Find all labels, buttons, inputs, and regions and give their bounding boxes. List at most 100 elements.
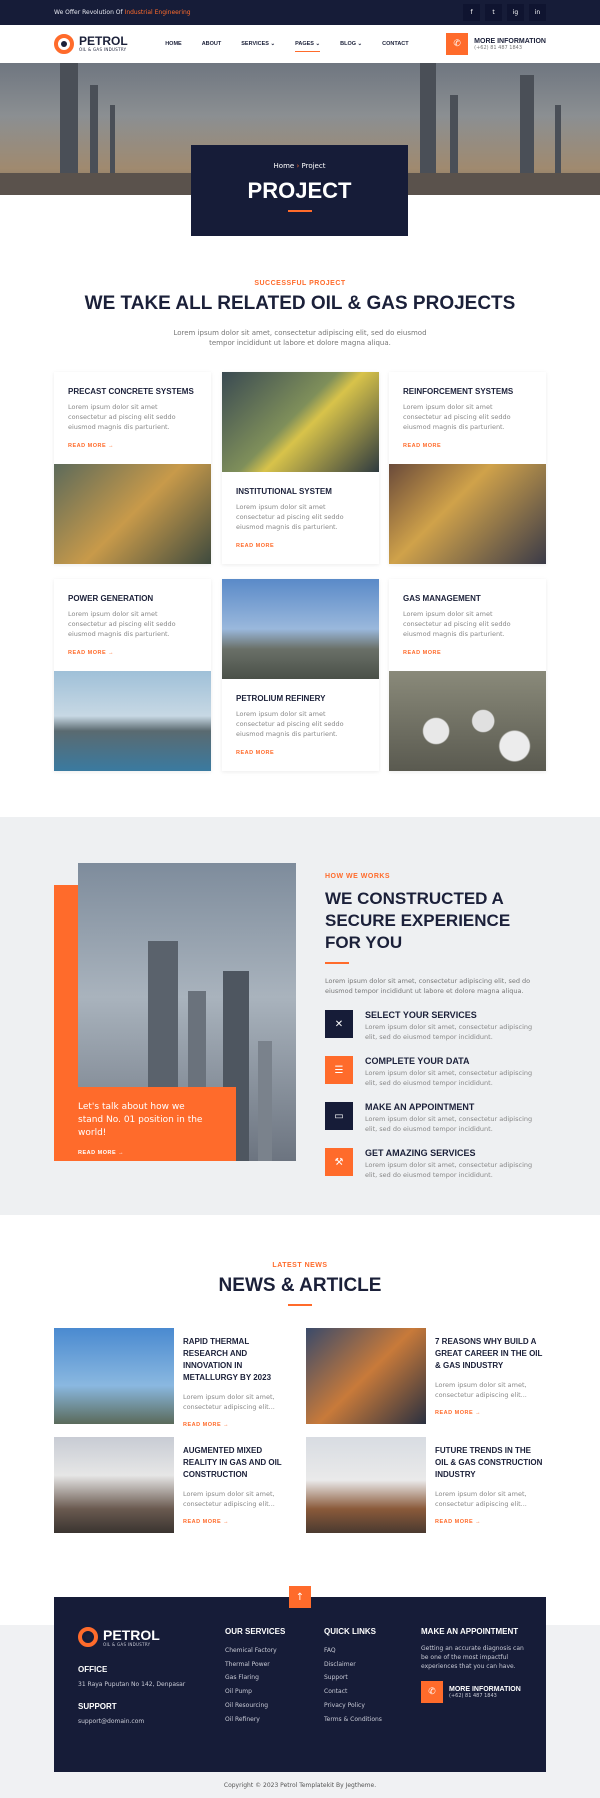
worker-photo — [306, 1328, 426, 1424]
read-more-link[interactable]: READ MORE — [403, 650, 532, 656]
crane-icon: ⚒ — [325, 1148, 353, 1176]
info-title: MORE INFORMATION — [449, 1685, 521, 1693]
power-plant-photo — [54, 671, 211, 771]
news-desc: Lorem ipsum dolor sit amet, consectetur … — [435, 1490, 527, 1508]
news-item[interactable]: 7 REASONS WHY BUILD A GREAT CAREER IN TH… — [306, 1328, 544, 1424]
quick-link[interactable]: Contact — [324, 1685, 382, 1699]
office-address: 31 Raya Puputan No 142, Denpasar — [78, 1681, 186, 1688]
nav-pages[interactable]: PAGES ⌄ — [295, 41, 321, 52]
read-more-link[interactable]: READ MORE — [236, 750, 365, 756]
project-card[interactable]: PETROLIUM REFINERY Lorem ipsum dolor sit … — [222, 579, 379, 771]
step-title: GET AMAZING SERVICES — [365, 1148, 476, 1158]
quick-link[interactable]: FAQ — [324, 1644, 382, 1658]
logo[interactable]: PETROL OIL & GAS INDUSTRY — [54, 34, 128, 54]
breadcrumb-home[interactable]: Home — [274, 162, 295, 170]
read-more-link[interactable]: READ MORE — [403, 443, 532, 449]
links-title: QUICK LINKS — [324, 1627, 376, 1636]
twitter-icon[interactable]: t — [485, 4, 502, 21]
footer: PETROL OIL & GAS INDUSTRY OFFICE 31 Raya … — [54, 1597, 546, 1772]
news-title[interactable]: RAPID THERMAL RESEARCH AND INNOVATION IN… — [183, 1336, 292, 1384]
project-card[interactable]: INSTITUTIONAL SYSTEM Lorem ipsum dolor si… — [222, 372, 379, 564]
instagram-icon[interactable]: ig — [507, 4, 524, 21]
news-desc: Lorem ipsum dolor sit amet, consectetur … — [183, 1490, 275, 1508]
step-desc: Lorem ipsum dolor sit amet, consectetur … — [365, 1115, 533, 1133]
project-card[interactable]: GAS MANAGEMENT Lorem ipsum dolor sit amet… — [389, 579, 546, 771]
support-email[interactable]: support@domain.com — [78, 1715, 185, 1729]
how-we-work-section: Let's talk about how we stand No. 01 pos… — [0, 817, 600, 1215]
read-more-link[interactable]: READ MORE → — [68, 443, 197, 449]
project-card[interactable]: POWER GENERATION Lorem ipsum dolor sit am… — [54, 579, 211, 771]
step-title: COMPLETE YOUR DATA — [365, 1056, 470, 1066]
footer-services: OUR SERVICES Chemical Factory Thermal Po… — [225, 1627, 285, 1726]
quick-link[interactable]: Support — [324, 1671, 382, 1685]
how-title: WE CONSTRUCTED A SECURE EXPERIENCE FOR Y… — [325, 889, 511, 952]
nav-about[interactable]: ABOUT — [202, 41, 222, 47]
gear-logo-icon — [54, 34, 74, 54]
step-item: ▭ MAKE AN APPOINTMENT Lorem ipsum dolor s… — [325, 1102, 545, 1134]
card-title: POWER GENERATION — [68, 594, 154, 603]
nav-services[interactable]: SERVICES ⌄ — [241, 41, 275, 47]
cta-read-more[interactable]: READ MORE → — [78, 1150, 212, 1156]
footer-brand: PETROL OIL & GAS INDUSTRY OFFICE 31 Raya … — [78, 1627, 185, 1729]
header-info[interactable]: ✆ MORE INFORMATION (+62) 81 487 1843 — [446, 33, 546, 55]
news-item[interactable]: RAPID THERMAL RESEARCH AND INNOVATION IN… — [54, 1328, 292, 1428]
quick-link[interactable]: Terms & Conditions — [324, 1713, 382, 1727]
projects-lead: Lorem ipsum dolor sit amet, consectetur … — [173, 329, 427, 347]
service-link[interactable]: Oil Resourcing — [225, 1699, 285, 1713]
calendar-icon: ▭ — [325, 1102, 353, 1130]
read-more-link[interactable]: READ MORE → — [68, 650, 197, 656]
news-title[interactable]: 7 REASONS WHY BUILD A GREAT CAREER IN TH… — [435, 1336, 544, 1372]
news-item[interactable]: FUTURE TRENDS IN THE OIL & GAS CONSTRUCT… — [306, 1437, 544, 1533]
phone-icon: ✆ — [421, 1681, 443, 1703]
office-title: OFFICE — [78, 1665, 108, 1674]
appointment-title: MAKE AN APPOINTMENT — [421, 1627, 519, 1636]
footer-info[interactable]: ✆ MORE INFORMATION (+62) 81 487 1843 — [421, 1681, 526, 1703]
nav-blog[interactable]: BLOG ⌄ — [340, 41, 362, 47]
service-link[interactable]: Chemical Factory — [225, 1644, 285, 1658]
nav-contact[interactable]: CONTACT — [382, 41, 408, 47]
news-item[interactable]: AUGMENTED MIXED REALITY IN GAS AND OIL C… — [54, 1437, 292, 1533]
news-eyebrow: LATEST NEWS — [272, 1262, 328, 1269]
quick-link[interactable]: Privacy Policy — [324, 1699, 382, 1713]
read-more-link[interactable]: READ MORE — [236, 543, 365, 549]
linkedin-icon[interactable]: in — [529, 4, 546, 21]
footer-appointment: MAKE AN APPOINTMENT Getting an accurate … — [421, 1627, 526, 1703]
news-title[interactable]: AUGMENTED MIXED REALITY IN GAS AND OIL C… — [183, 1445, 292, 1481]
card-desc: Lorem ipsum dolor sit amet consectetur a… — [403, 610, 511, 638]
appointment-text: Getting an accurate diagnosis can be one… — [421, 1645, 524, 1670]
project-card[interactable]: PRECAST CONCRETE SYSTEMS Lorem ipsum dolo… — [54, 372, 211, 564]
phone-icon: ✆ — [446, 33, 469, 55]
info-phone: (+62) 81 487 1843 — [474, 44, 523, 51]
service-link[interactable]: Oil Refinery — [225, 1713, 285, 1727]
projects-title: WE TAKE ALL RELATED OIL & GAS PROJECTS — [84, 293, 516, 314]
refinery-tower-photo — [306, 1437, 426, 1533]
project-card[interactable]: REINFORCEMENT SYSTEMS Lorem ipsum dolor s… — [389, 372, 546, 564]
step-item: ⚒ GET AMAZING SERVICES Lorem ipsum dolor … — [325, 1148, 545, 1180]
read-more-link[interactable]: READ MORE → — [435, 1410, 544, 1416]
read-more-link[interactable]: READ MORE → — [183, 1422, 292, 1428]
read-more-link[interactable]: READ MORE → — [435, 1519, 544, 1525]
step-item: ✕ SELECT YOUR SERVICES Lorem ipsum dolor … — [325, 1010, 545, 1042]
page-title-box: Home › Project PROJECT — [191, 145, 408, 236]
service-link[interactable]: Thermal Power — [225, 1658, 285, 1672]
card-title: INSTITUTIONAL SYSTEM — [236, 487, 332, 496]
footer-logo[interactable]: PETROL OIL & GAS INDUSTRY — [78, 1627, 185, 1647]
read-more-link[interactable]: READ MORE → — [183, 1519, 292, 1525]
step-desc: Lorem ipsum dolor sit amet, consectetur … — [365, 1023, 533, 1041]
gear-logo-icon — [78, 1627, 98, 1647]
service-link[interactable]: Gas Flaring — [225, 1671, 285, 1685]
facebook-icon[interactable]: f — [463, 4, 480, 21]
news-title[interactable]: FUTURE TRENDS IN THE OIL & GAS CONSTRUCT… — [435, 1445, 544, 1481]
workers-photo — [54, 464, 211, 564]
logo-name: PETROL — [79, 34, 128, 48]
nav-home[interactable]: HOME — [165, 41, 182, 47]
quick-link[interactable]: Disclaimer — [324, 1658, 382, 1672]
top-bar: We Offer Revolution Of Industrial Engine… — [0, 0, 600, 25]
scroll-to-top-button[interactable]: ↑ — [289, 1586, 311, 1608]
projects-section: SUCCESSFUL PROJECT WE TAKE ALL RELATED O… — [0, 280, 600, 348]
how-lead: Lorem ipsum dolor sit amet, consectetur … — [325, 977, 531, 995]
service-link[interactable]: Oil Pump — [225, 1685, 285, 1699]
news-section: LATEST NEWS NEWS & ARTICLE — [0, 1262, 600, 1306]
pump-jack-photo — [54, 1328, 174, 1424]
top-message: We Offer Revolution Of Industrial Engine… — [54, 9, 191, 16]
